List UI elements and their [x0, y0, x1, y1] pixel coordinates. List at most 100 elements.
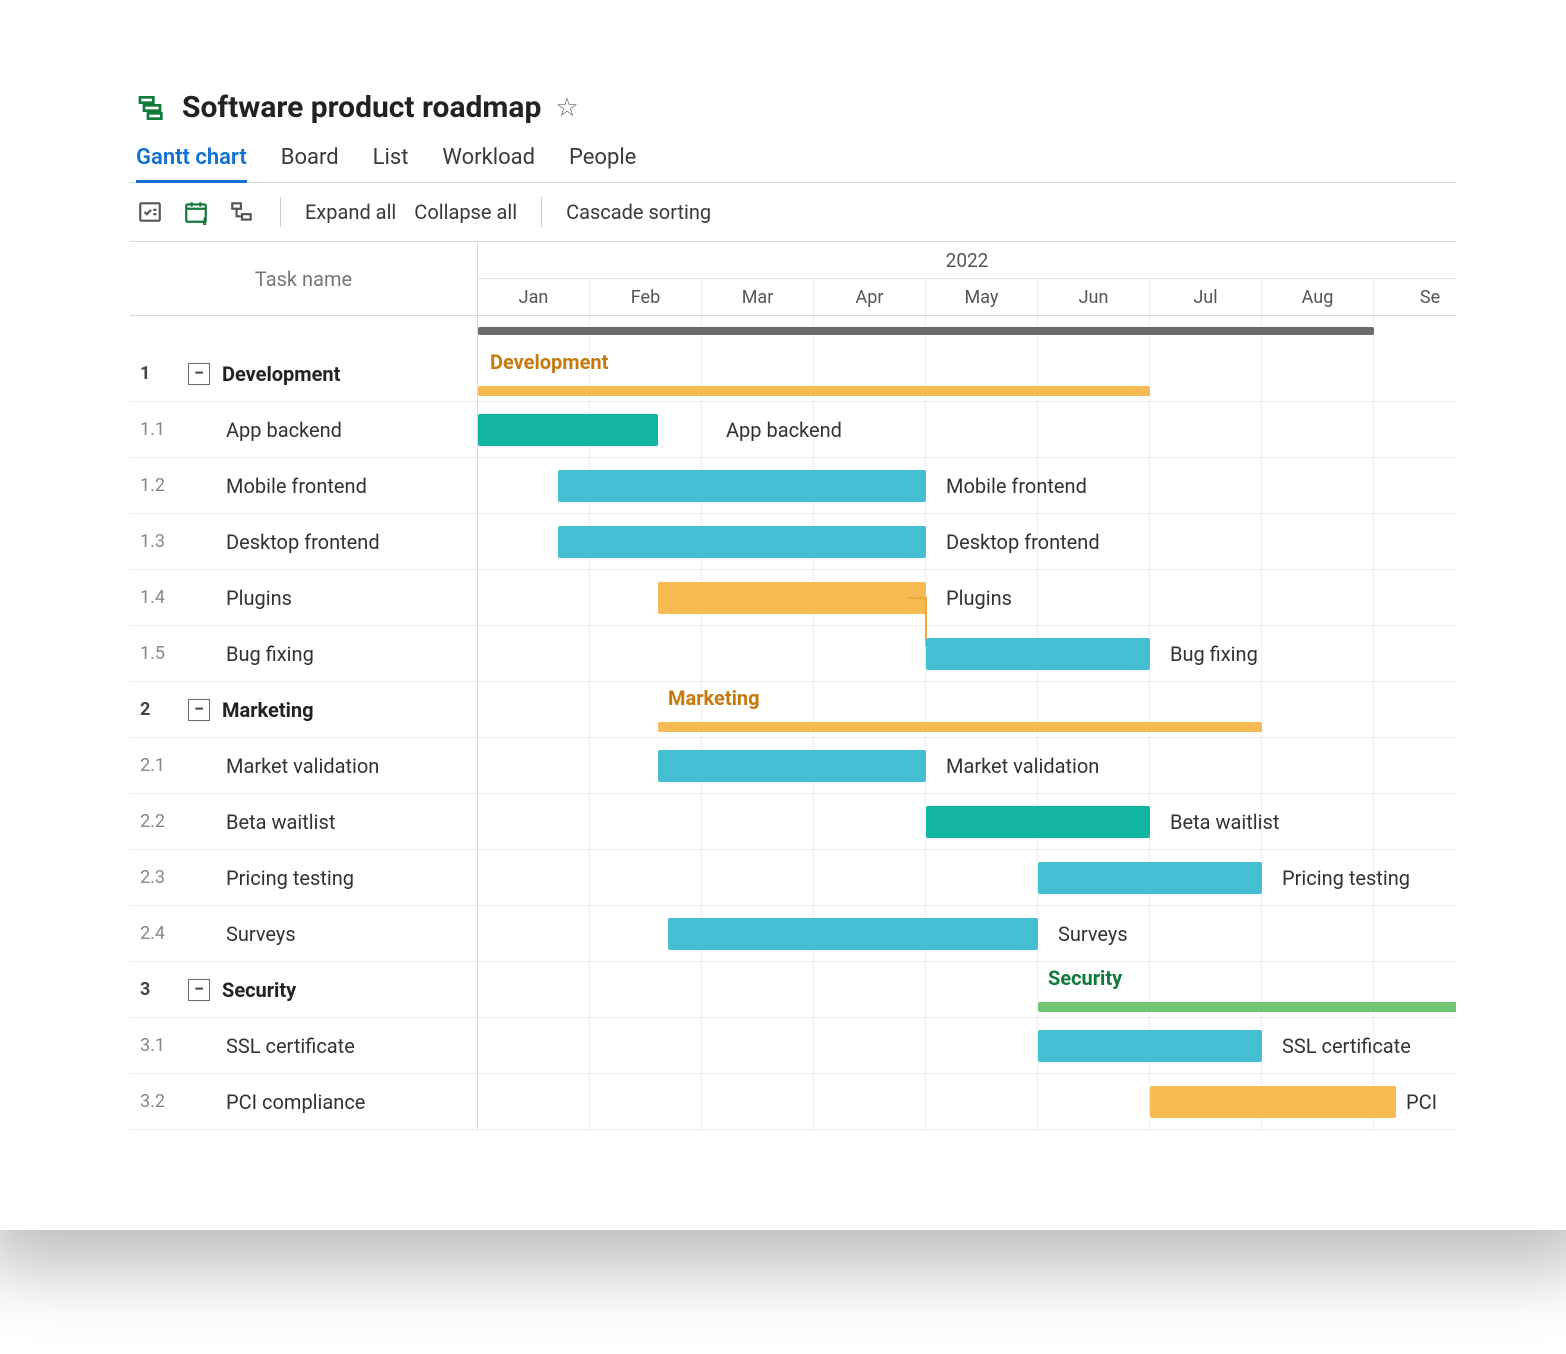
- task-row-group[interactable]: 1 − Development: [130, 346, 477, 402]
- collapse-toggle[interactable]: −: [188, 363, 210, 385]
- task-bar-label: Beta waitlist: [1170, 810, 1279, 834]
- task-name: Surveys: [222, 922, 296, 946]
- task-row[interactable]: 1.3 Desktop frontend: [130, 514, 477, 570]
- task-bar[interactable]: [1038, 1030, 1262, 1062]
- timeline-pane[interactable]: 2022 Jan Feb Mar Apr May Jun Jul Aug Se: [478, 242, 1456, 1130]
- timeline-months: Jan Feb Mar Apr May Jun Jul Aug Se: [478, 279, 1456, 315]
- gantt-lane: Plugins: [478, 570, 1456, 626]
- task-bar[interactable]: [668, 918, 1038, 950]
- task-row[interactable]: 3.1 SSL certificate: [130, 1018, 477, 1074]
- app-window: Software product roadmap ☆ Gantt chart B…: [0, 0, 1566, 1190]
- task-name: Plugins: [222, 586, 292, 610]
- row-number: 2: [130, 699, 188, 720]
- cascade-sorting-button[interactable]: Cascade sorting: [566, 200, 711, 224]
- row-number: 3.2: [130, 1091, 188, 1112]
- gantt-lane: Pricing testing: [478, 850, 1456, 906]
- expand-all-button[interactable]: Expand all: [305, 200, 396, 224]
- task-bar-label: PCI: [1406, 1090, 1437, 1114]
- timeline-year: 2022: [478, 242, 1456, 279]
- task-bar[interactable]: [478, 414, 658, 446]
- task-name: Bug fixing: [222, 642, 314, 666]
- group-summary-bar[interactable]: [658, 722, 1262, 732]
- row-number: 1.2: [130, 475, 188, 496]
- collapse-all-button[interactable]: Collapse all: [414, 200, 517, 224]
- row-number: 3.1: [130, 1035, 188, 1056]
- gantt-lane: SSL certificate: [478, 1018, 1456, 1074]
- task-bar[interactable]: [1038, 862, 1262, 894]
- hierarchy-icon[interactable]: [228, 198, 256, 226]
- month-cell: Jul: [1150, 279, 1262, 315]
- task-row[interactable]: 1.2 Mobile frontend: [130, 458, 477, 514]
- view-tabs: Gantt chart Board List Workload People: [130, 135, 1456, 183]
- task-bar-label: Pricing testing: [1282, 866, 1410, 890]
- task-row[interactable]: 1.5 Bug fixing: [130, 626, 477, 682]
- collapse-toggle[interactable]: −: [188, 979, 210, 1001]
- month-cell: May: [926, 279, 1038, 315]
- task-name-column-header: Task name: [130, 242, 477, 316]
- gantt-lanes: Development App backend Mobile frontend …: [478, 316, 1456, 1130]
- task-row[interactable]: 2.4 Surveys: [130, 906, 477, 962]
- task-row-group[interactable]: 3 − Security: [130, 962, 477, 1018]
- month-cell: Feb: [590, 279, 702, 315]
- tab-gantt-chart[interactable]: Gantt chart: [136, 139, 247, 183]
- task-bar[interactable]: [658, 750, 926, 782]
- row-number: 1.4: [130, 587, 188, 608]
- task-row[interactable]: 1.1 App backend: [130, 402, 477, 458]
- task-bar[interactable]: [558, 526, 926, 558]
- tab-workload[interactable]: Workload: [442, 139, 535, 183]
- task-row[interactable]: 2.3 Pricing testing: [130, 850, 477, 906]
- row-number: 2.2: [130, 811, 188, 832]
- tab-board[interactable]: Board: [281, 139, 339, 183]
- gantt-lane-group: Development: [478, 346, 1456, 402]
- task-bar-label: Plugins: [946, 586, 1012, 610]
- calendar-alert-icon[interactable]: [182, 198, 210, 226]
- task-bar[interactable]: [926, 638, 1150, 670]
- task-bar-label: SSL certificate: [1282, 1034, 1411, 1058]
- task-row[interactable]: 3.2 PCI compliance: [130, 1074, 477, 1130]
- row-number: 1.1: [130, 419, 188, 440]
- gantt-icon: [136, 92, 168, 124]
- gantt-lane: Market validation: [478, 738, 1456, 794]
- row-number: 2.4: [130, 923, 188, 944]
- gantt-lane: Beta waitlist: [478, 794, 1456, 850]
- task-bar-label: Bug fixing: [1170, 642, 1258, 666]
- task-bar[interactable]: [658, 582, 926, 614]
- toolbar-separator: [541, 197, 542, 227]
- task-bar-label: Mobile frontend: [946, 474, 1087, 498]
- toolbar: Expand all Collapse all Cascade sorting: [130, 183, 1456, 241]
- tab-people[interactable]: People: [569, 139, 636, 183]
- task-name: Marketing: [222, 698, 314, 722]
- timeline-header: 2022 Jan Feb Mar Apr May Jun Jul Aug Se: [478, 242, 1456, 316]
- task-name: Security: [222, 978, 296, 1002]
- month-cell: Se: [1374, 279, 1456, 315]
- task-bar[interactable]: [926, 806, 1150, 838]
- spacer-row: [130, 316, 477, 346]
- task-row[interactable]: 2.1 Market validation: [130, 738, 477, 794]
- group-summary-bar[interactable]: [478, 386, 1150, 396]
- collapse-toggle[interactable]: −: [188, 699, 210, 721]
- month-cell: Mar: [702, 279, 814, 315]
- row-number: 1: [130, 363, 188, 384]
- task-name: Desktop frontend: [222, 530, 380, 554]
- toolbar-separator: [280, 197, 281, 227]
- task-bar-label: App backend: [726, 418, 842, 442]
- checklist-icon[interactable]: [136, 198, 164, 226]
- overall-lane: [478, 316, 1456, 346]
- task-bar[interactable]: [1150, 1086, 1396, 1118]
- task-name: App backend: [222, 418, 342, 442]
- tab-list[interactable]: List: [373, 139, 409, 183]
- group-summary-bar[interactable]: [1038, 1002, 1456, 1012]
- gantt-lane-group: Marketing: [478, 682, 1456, 738]
- group-bar-label: Marketing: [668, 686, 760, 710]
- task-row[interactable]: 2.2 Beta waitlist: [130, 794, 477, 850]
- favorite-star-icon[interactable]: ☆: [555, 93, 578, 123]
- task-row-group[interactable]: 2 − Marketing: [130, 682, 477, 738]
- task-list-pane: Task name 1 − Development 1.1 App backen…: [130, 242, 478, 1130]
- overall-range-bar[interactable]: [478, 327, 1374, 335]
- gantt-lane: Surveys: [478, 906, 1456, 962]
- task-bar-label: Surveys: [1058, 922, 1128, 946]
- task-bar[interactable]: [558, 470, 926, 502]
- task-row[interactable]: 1.4 Plugins: [130, 570, 477, 626]
- task-bar-label: Desktop frontend: [946, 530, 1100, 554]
- month-cell: Aug: [1262, 279, 1374, 315]
